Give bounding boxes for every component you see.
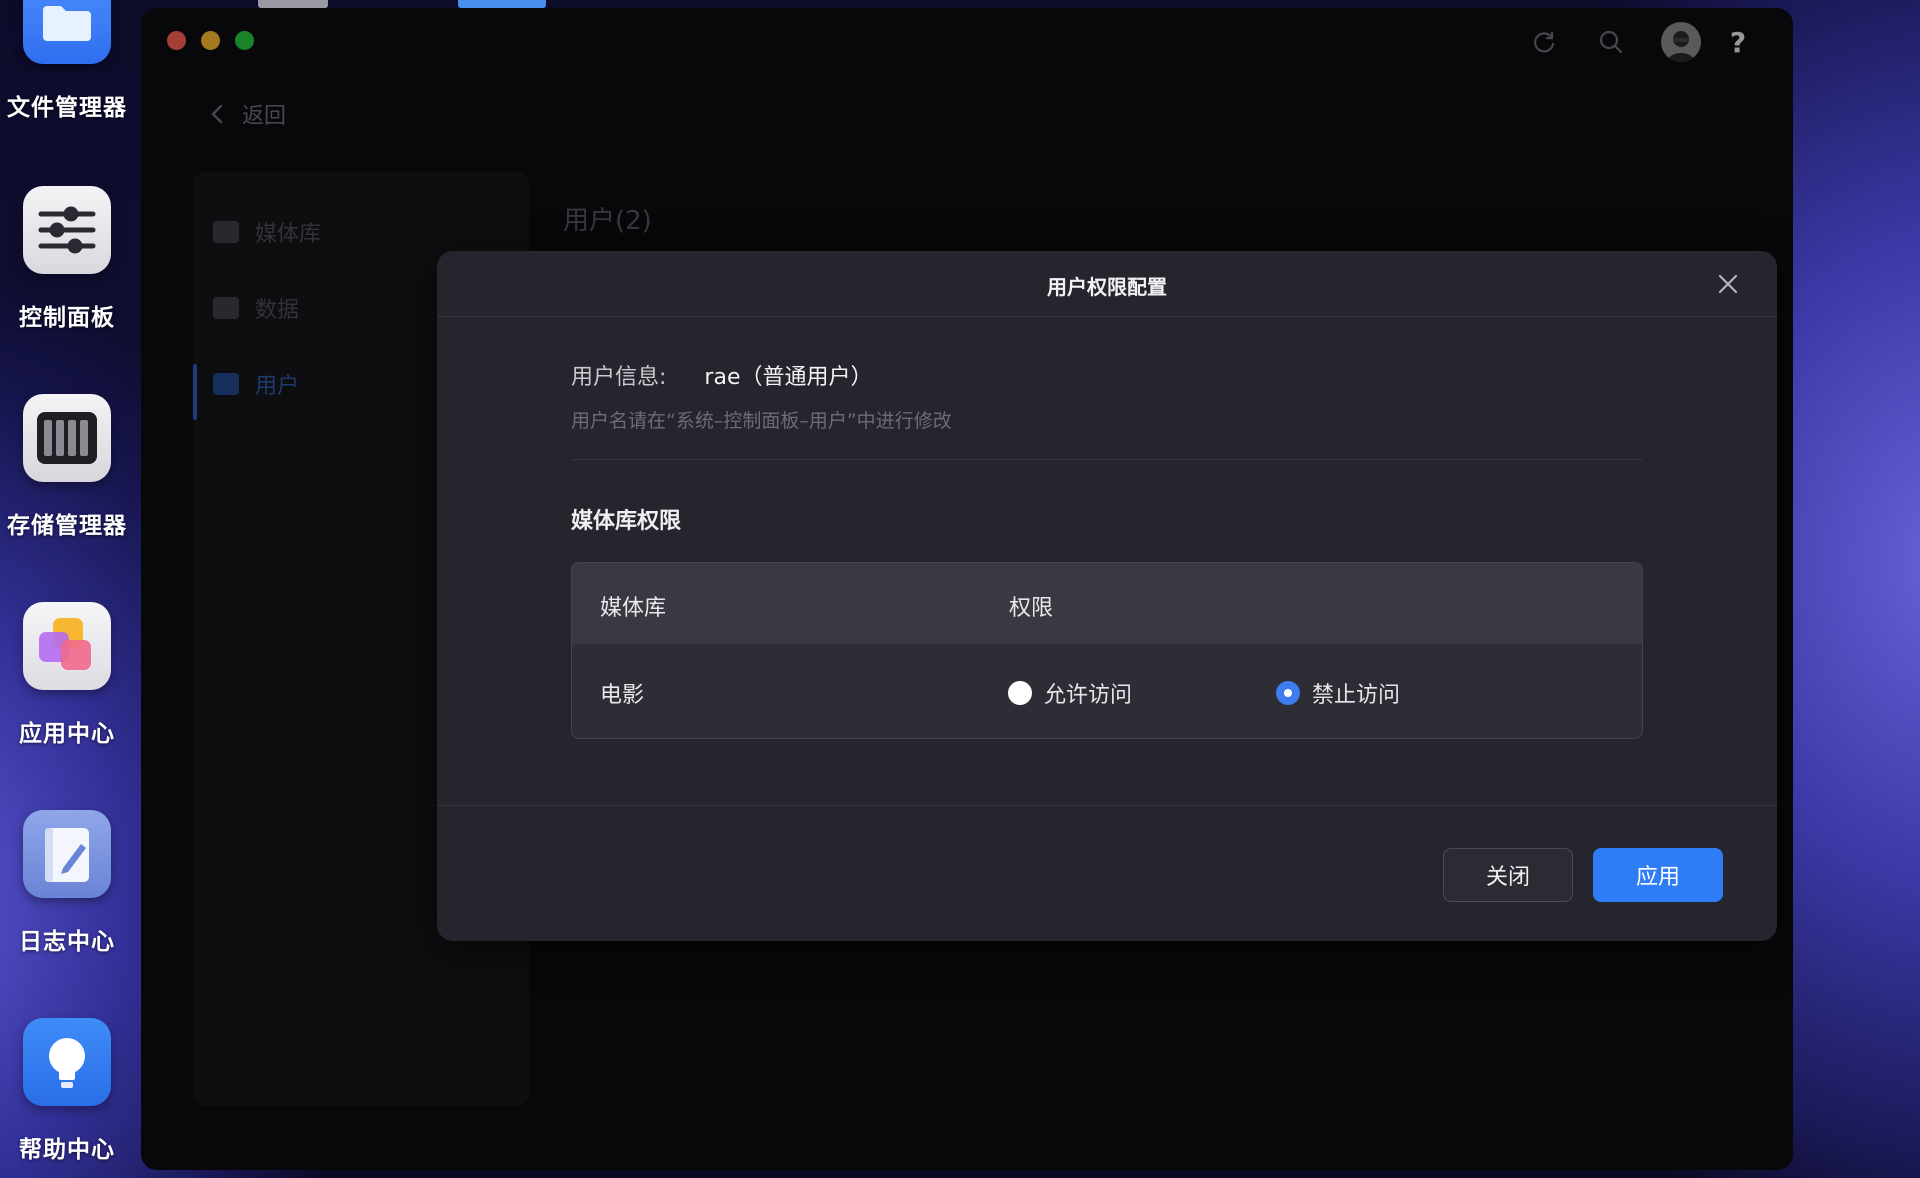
table-row: 电影 允许访问 禁止访问: [572, 645, 1642, 738]
dock-item-control-panel[interactable]: 控制面板: [0, 186, 134, 332]
sliders-icon: [23, 186, 111, 274]
permission-table: 媒体库 权限 电影 允许访问 禁止访问: [571, 562, 1643, 739]
user-info-value: rae（普通用户）: [704, 365, 873, 390]
log-icon: [23, 810, 111, 898]
dock-label: 文件管理器: [7, 95, 127, 121]
dock-item-storage-manager[interactable]: 存储管理器: [0, 394, 134, 540]
app-window: ? 返回 媒体库 数据 用户 用户(2) 用户权限配置 用户信息: rae（普通…: [141, 8, 1793, 1170]
dialog-header: 用户权限配置: [437, 251, 1777, 317]
close-button[interactable]: 关闭: [1443, 848, 1573, 902]
background-window-tab: [258, 0, 328, 8]
column-header-library: 媒体库: [600, 596, 667, 621]
column-header-permission: 权限: [1009, 596, 1054, 621]
dock-label: 控制面板: [19, 305, 115, 331]
radio-button-checked[interactable]: [1276, 681, 1300, 705]
storage-icon: [23, 394, 111, 482]
desktop-dock: 文件管理器 控制面板 存储管理器 应用中心 日志中心 帮助中心: [0, 0, 546, 1178]
dialog-title: 用户权限配置: [1047, 275, 1167, 299]
user-info-hint: 用户名请在“系统–控制面板–用户”中进行修改: [571, 410, 952, 432]
user-info-label: 用户信息:: [571, 365, 667, 390]
library-name: 电影: [600, 683, 645, 708]
app-center-icon: [23, 602, 111, 690]
dock-item-log-center[interactable]: 日志中心: [0, 810, 134, 956]
dock-item-help-center[interactable]: 帮助中心: [0, 1018, 134, 1164]
permission-dialog: 用户权限配置 用户信息: rae（普通用户） 用户名请在“系统–控制面板–用户”…: [437, 251, 1777, 941]
dock-label: 存储管理器: [7, 513, 127, 539]
radio-deny-access[interactable]: 禁止访问: [1276, 677, 1400, 709]
radio-allow-access[interactable]: 允许访问: [1008, 677, 1132, 709]
footer-divider: [437, 805, 1777, 806]
dock-label: 帮助中心: [19, 1137, 115, 1163]
dock-label: 应用中心: [19, 721, 115, 747]
dock-item-app-center[interactable]: 应用中心: [0, 602, 134, 748]
table-header: 媒体库 权限: [572, 563, 1642, 645]
divider: [571, 459, 1643, 460]
apply-button[interactable]: 应用: [1593, 848, 1723, 902]
folder-icon: [23, 0, 111, 64]
dock-item-file-manager[interactable]: 文件管理器: [0, 0, 134, 122]
dock-label: 日志中心: [19, 929, 115, 955]
background-window-tab: [458, 0, 546, 8]
close-icon[interactable]: [1715, 271, 1741, 297]
lightbulb-icon: [23, 1018, 111, 1106]
radio-label: 允许访问: [1044, 683, 1133, 708]
section-title: 媒体库权限: [571, 509, 682, 534]
radio-label: 禁止访问: [1312, 683, 1401, 708]
user-info: 用户信息: rae（普通用户）: [571, 359, 872, 391]
radio-button-unchecked[interactable]: [1008, 681, 1032, 705]
